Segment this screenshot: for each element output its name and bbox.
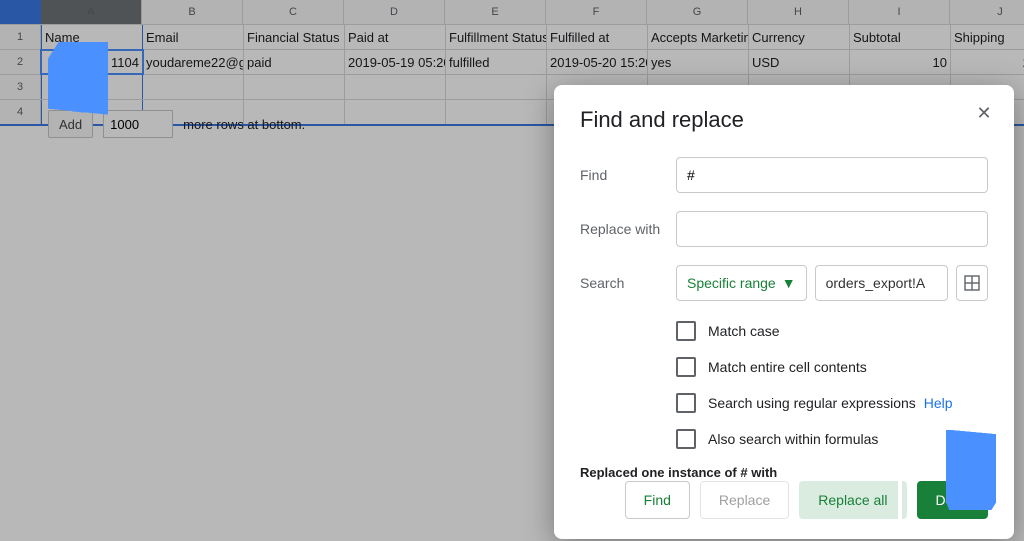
replace-all-button[interactable]: Replace all xyxy=(799,481,906,519)
select-all-corner[interactable] xyxy=(0,0,41,24)
cell-A2[interactable]: 1104 xyxy=(41,50,143,74)
row-number[interactable]: 4 xyxy=(0,100,41,124)
checkbox-icon xyxy=(676,429,696,449)
regex-help-link[interactable]: Help xyxy=(924,395,953,411)
col-header-I[interactable]: I xyxy=(849,0,950,24)
cell-H2[interactable]: USD xyxy=(749,50,850,74)
replace-button[interactable]: Replace xyxy=(700,481,789,519)
done-button[interactable]: Done xyxy=(917,481,988,519)
checkbox-icon xyxy=(676,321,696,341)
find-button[interactable]: Find xyxy=(625,481,690,519)
search-scope-dropdown[interactable]: Specific range ▼ xyxy=(676,265,807,301)
row-number[interactable]: 3 xyxy=(0,75,41,99)
close-icon[interactable]: ✕ xyxy=(972,101,996,125)
col-header-F[interactable]: F xyxy=(546,0,647,24)
cell-J2[interactable]: 2.99 xyxy=(951,50,1024,74)
cell-F2[interactable]: 2019-05-20 15:20 xyxy=(547,50,648,74)
replace-input[interactable] xyxy=(676,211,988,247)
replace-status-text: Replaced one instance of # with xyxy=(580,465,988,480)
col-header-A[interactable]: A xyxy=(41,0,142,24)
dialog-button-row: Find Replace Replace all Done xyxy=(580,481,988,519)
cell-B2[interactable]: youdareme22@g xyxy=(143,50,244,74)
row-2: 2 1104 youdareme22@g paid 2019-05-19 05:… xyxy=(0,50,1024,75)
match-case-checkbox[interactable]: Match case xyxy=(676,321,988,341)
cell-D2[interactable]: 2019-05-19 05:20 xyxy=(345,50,446,74)
cell-J1[interactable]: Shipping xyxy=(951,25,1024,49)
search-label: Search xyxy=(580,275,676,291)
column-header-row: A B C D E F G H I J xyxy=(0,0,1024,25)
cell-E2[interactable]: fulfilled xyxy=(446,50,547,74)
cell-C1[interactable]: Financial Status xyxy=(244,25,345,49)
add-rows-bar: Add more rows at bottom. xyxy=(48,110,305,138)
cell-I1[interactable]: Subtotal xyxy=(850,25,951,49)
cell-G1[interactable]: Accepts Marketing xyxy=(648,25,749,49)
cell-E1[interactable]: Fulfillment Status xyxy=(446,25,547,49)
dialog-title: Find and replace xyxy=(580,107,988,133)
search-range-input[interactable]: orders_export!A xyxy=(815,265,948,301)
col-header-B[interactable]: B xyxy=(142,0,243,24)
col-header-J[interactable]: J xyxy=(950,0,1024,24)
find-input[interactable] xyxy=(676,157,988,193)
row-number[interactable]: 2 xyxy=(0,50,41,74)
find-replace-dialog: Find and replace ✕ Find Replace with Sea… xyxy=(554,85,1014,539)
search-scope-value: Specific range xyxy=(687,275,776,291)
cell-D1[interactable]: Paid at xyxy=(345,25,446,49)
col-header-E[interactable]: E xyxy=(445,0,546,24)
cell-F1[interactable]: Fulfilled at xyxy=(547,25,648,49)
col-header-C[interactable]: C xyxy=(243,0,344,24)
add-rows-suffix: more rows at bottom. xyxy=(183,117,305,132)
cell-I2[interactable]: 10 xyxy=(850,50,951,74)
cell-G2[interactable]: yes xyxy=(648,50,749,74)
cell-A3[interactable] xyxy=(41,75,143,99)
search-formulas-checkbox[interactable]: Also search within formulas xyxy=(676,429,988,449)
col-header-G[interactable]: G xyxy=(647,0,748,24)
regex-checkbox[interactable]: Search using regular expressions Help xyxy=(676,393,988,413)
add-rows-button[interactable]: Add xyxy=(48,110,93,138)
caret-down-icon: ▼ xyxy=(782,275,796,291)
row-1: 1 Name Email Financial Status Paid at Fu… xyxy=(0,25,1024,50)
cell-C2[interactable]: paid xyxy=(244,50,345,74)
select-range-icon[interactable] xyxy=(956,265,988,301)
cell-A1[interactable]: Name xyxy=(41,25,143,49)
checkbox-icon xyxy=(676,393,696,413)
cell-B1[interactable]: Email xyxy=(143,25,244,49)
replace-label: Replace with xyxy=(580,221,676,237)
row-number[interactable]: 1 xyxy=(0,25,41,49)
col-header-H[interactable]: H xyxy=(748,0,849,24)
col-header-D[interactable]: D xyxy=(344,0,445,24)
find-label: Find xyxy=(580,167,676,183)
cell-H1[interactable]: Currency xyxy=(749,25,850,49)
match-entire-cell-checkbox[interactable]: Match entire cell contents xyxy=(676,357,988,377)
checkbox-icon xyxy=(676,357,696,377)
add-rows-count-input[interactable] xyxy=(103,110,173,138)
